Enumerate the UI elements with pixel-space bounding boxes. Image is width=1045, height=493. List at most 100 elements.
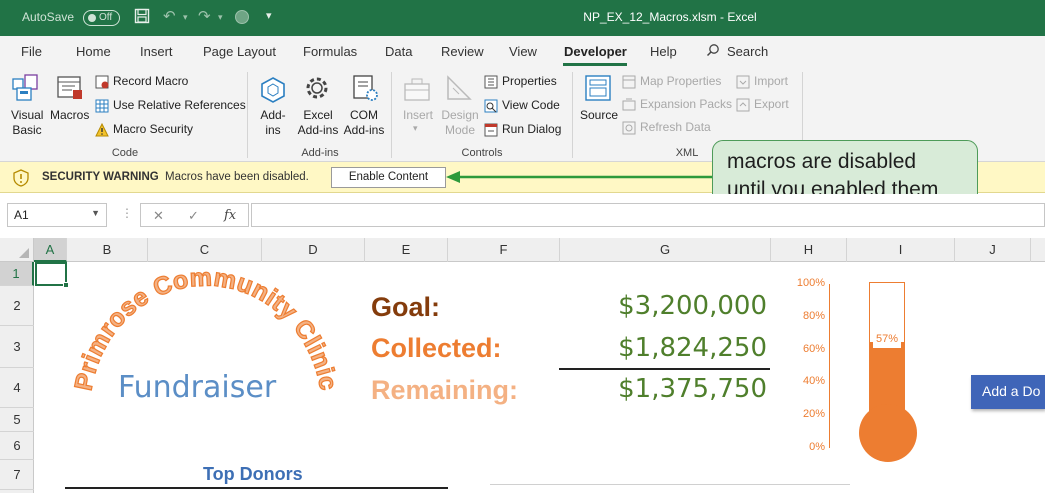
macro-security-label: Macro Security — [113, 122, 194, 136]
macros-button[interactable]: Macros — [50, 108, 89, 122]
title-bar: AutoSave Off ↶ ▾ ↷ ▾ ▾ NP_EX_12_Macros.x… — [0, 0, 1045, 36]
column-header-e[interactable]: E — [365, 238, 448, 262]
column-header-a[interactable]: A — [34, 238, 67, 262]
enable-content-button[interactable]: Enable Content — [331, 167, 446, 188]
axis-tick-20: 20% — [802, 408, 825, 420]
add-ins-button[interactable]: Add- ins — [257, 108, 289, 138]
autosave-state: Off — [99, 12, 113, 23]
name-box[interactable]: A1 ▼ — [7, 203, 107, 227]
gear-icon[interactable] — [302, 73, 332, 103]
column-header-j[interactable]: J — [955, 238, 1031, 262]
undo-dropdown-icon[interactable]: ▾ — [183, 12, 188, 23]
com-add-ins-button[interactable]: COM Add-ins — [342, 108, 386, 138]
undo-icon[interactable]: ↶ — [163, 7, 176, 25]
record-macro-button[interactable]: Record Macro — [95, 74, 188, 89]
autosave-toggle[interactable]: Off — [83, 10, 120, 26]
import-button[interactable]: Import — [736, 74, 788, 89]
tab-file[interactable]: File — [21, 44, 42, 59]
redo-dropdown-icon[interactable]: ▾ — [218, 12, 223, 23]
save-icon[interactable] — [134, 8, 150, 28]
visual-basic-button[interactable]: Visual Basic — [11, 108, 43, 138]
visual-basic-icon[interactable] — [11, 73, 41, 103]
customize-qat-icon[interactable]: ▾ — [266, 9, 272, 22]
warning-icon — [95, 122, 109, 137]
export-button[interactable]: Export — [736, 97, 789, 112]
row-headers: 1 2 3 4 5 6 7 — [0, 262, 34, 493]
expansion-packs-button[interactable]: Expansion Packs — [622, 97, 732, 112]
macros-icon[interactable] — [55, 73, 85, 103]
add-ins-icon[interactable] — [258, 75, 288, 105]
import-icon — [736, 75, 750, 89]
column-header-g[interactable]: G — [560, 238, 771, 262]
excel-add-ins-button[interactable]: Excel Add-ins — [296, 108, 340, 138]
code-group-label: Code — [111, 147, 139, 159]
tab-home[interactable]: Home — [76, 44, 111, 59]
column-header-d[interactable]: D — [262, 238, 365, 262]
row-header-7[interactable]: 7 — [0, 460, 34, 490]
excel-add-ins-label-1: Excel — [303, 108, 333, 122]
use-relative-references-button[interactable]: Use Relative References — [95, 98, 246, 113]
relative-references-icon — [95, 99, 109, 113]
add-donor-button[interactable]: Add a Do — [971, 375, 1045, 409]
xml-source-icon[interactable] — [583, 73, 613, 103]
tell-me-search[interactable]: Search — [727, 44, 768, 59]
properties-icon — [484, 75, 498, 89]
autosave-label: AutoSave — [22, 10, 75, 24]
macro-security-button[interactable]: Macro Security — [95, 122, 193, 137]
design-mode-icon[interactable] — [444, 73, 474, 103]
column-header-f[interactable]: F — [448, 238, 560, 262]
tab-formulas[interactable]: Formulas — [303, 44, 357, 59]
select-all-button[interactable] — [0, 238, 34, 262]
toolbox-icon[interactable] — [402, 75, 432, 105]
insert-dropdown-icon[interactable]: ▾ — [413, 123, 418, 134]
view-code-label: View Code — [502, 98, 560, 112]
expansion-packs-label: Expansion Packs — [640, 97, 733, 111]
com-add-ins-icon[interactable] — [350, 73, 380, 103]
search-icon[interactable] — [706, 43, 720, 60]
tab-review[interactable]: Review — [441, 44, 484, 59]
tab-developer[interactable]: Developer — [564, 44, 627, 59]
enter-icon[interactable]: ✓ — [188, 208, 199, 224]
axis-tick-60: 60% — [802, 343, 825, 355]
row-header-5[interactable]: 5 — [0, 408, 34, 432]
tab-view[interactable]: View — [509, 44, 537, 59]
formula-bar-grip-icon: ⋮ — [121, 206, 133, 220]
com-add-ins-label-1: COM — [350, 108, 378, 122]
insert-control-button[interactable]: Insert — [403, 108, 433, 122]
source-button[interactable]: Source — [580, 108, 618, 122]
formula-input[interactable] — [251, 203, 1045, 227]
name-box-dropdown-icon[interactable]: ▼ — [91, 208, 100, 218]
tab-page-layout[interactable]: Page Layout — [203, 44, 276, 59]
tab-insert[interactable]: Insert — [140, 44, 173, 59]
column-headers: A B C D E F G H I J — [0, 238, 1045, 262]
toggle-knob — [88, 14, 96, 22]
row-header-3[interactable]: 3 — [0, 326, 34, 368]
donor-chart-border — [490, 484, 850, 485]
insert-function-icon[interactable]: fx — [224, 208, 236, 223]
properties-button[interactable]: Properties — [484, 74, 557, 89]
map-properties-button[interactable]: Map Properties — [622, 74, 721, 89]
view-code-button[interactable]: View Code — [484, 98, 560, 113]
tab-help[interactable]: Help — [650, 44, 677, 59]
row-header-1[interactable]: 1 — [0, 262, 34, 286]
cancel-icon[interactable]: ✕ — [153, 208, 164, 224]
column-header-i[interactable]: I — [847, 238, 955, 262]
security-warning-message: Macros have been disabled. — [165, 171, 309, 183]
column-header-b[interactable]: B — [67, 238, 148, 262]
properties-label: Properties — [502, 74, 557, 88]
tab-data[interactable]: Data — [385, 44, 412, 59]
callout-arrow — [446, 171, 714, 183]
row-header-6[interactable]: 6 — [0, 432, 34, 460]
formula-bar: A1 ▼ ⋮ ✕ ✓ fx — [0, 194, 1045, 238]
row-header-4[interactable]: 4 — [0, 368, 34, 408]
design-mode-button[interactable]: Design Mode — [440, 108, 480, 138]
column-header-h[interactable]: H — [771, 238, 847, 262]
worksheet-grid[interactable]: Primrose Community Clinic Fundraiser Goa… — [35, 262, 1045, 493]
row-header-2[interactable]: 2 — [0, 286, 34, 326]
touch-mode-icon[interactable] — [234, 9, 250, 29]
run-dialog-button[interactable]: Run Dialog — [484, 122, 561, 137]
column-header-c[interactable]: C — [148, 238, 262, 262]
refresh-data-button[interactable]: Refresh Data — [622, 120, 711, 135]
redo-icon[interactable]: ↷ — [198, 7, 211, 25]
add-ins-group-label: Add-ins — [301, 147, 339, 159]
